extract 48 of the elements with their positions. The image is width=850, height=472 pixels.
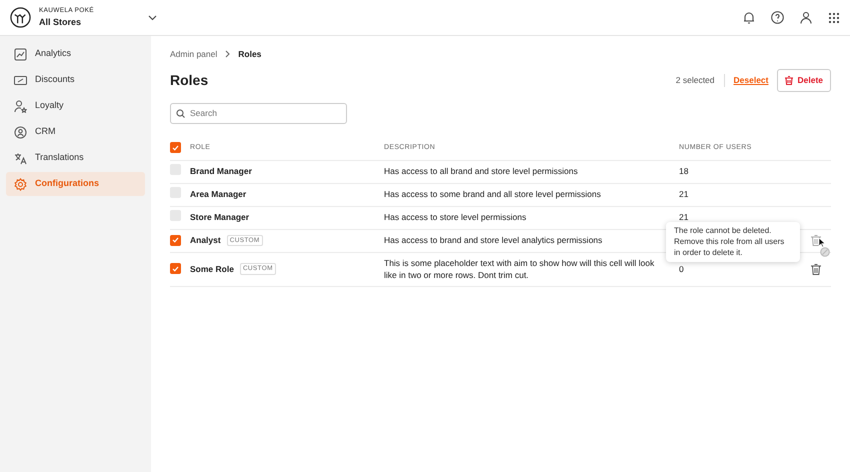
user-icon[interactable] bbox=[800, 11, 812, 24]
role-description: Has access to all brand and store level permissions bbox=[384, 166, 578, 176]
checkbox[interactable] bbox=[170, 142, 181, 153]
store-name: All Stores bbox=[39, 16, 82, 29]
sidebar-item[interactable]: CRM bbox=[6, 120, 145, 144]
translate-icon bbox=[14, 152, 27, 164]
not-allowed-cursor-icon bbox=[818, 238, 830, 257]
gear-icon bbox=[14, 178, 27, 190]
breadcrumb-current: Roles bbox=[238, 48, 262, 61]
trash-icon bbox=[785, 76, 794, 85]
role-name: Brand Manager bbox=[190, 165, 252, 178]
bell-icon[interactable] bbox=[743, 11, 755, 24]
chart-icon bbox=[14, 48, 27, 60]
sidebar-item[interactable]: Translations bbox=[6, 146, 145, 170]
trash-icon[interactable] bbox=[811, 264, 821, 275]
user-star-icon bbox=[14, 100, 27, 112]
tooltip: The role cannot be deleted. Remove this role from all users in order to delete it. bbox=[666, 222, 800, 262]
delete-button[interactable]: Delete bbox=[777, 68, 831, 92]
role-description: Has access to some brand and all store level permissions bbox=[384, 189, 601, 200]
checkmark-icon bbox=[172, 144, 179, 150]
chevron-down-icon[interactable] bbox=[148, 14, 157, 20]
search-field[interactable]: Search bbox=[170, 102, 347, 124]
checkmark-icon bbox=[172, 237, 179, 244]
chevron-right-icon bbox=[225, 50, 230, 58]
role-description: Has access to brand and store level analytics permissions bbox=[384, 235, 602, 246]
role-description: Has access to store level permissions bbox=[384, 212, 526, 222]
sidebar-item[interactable]: Loyalty bbox=[6, 94, 145, 118]
user-count: 21 bbox=[679, 189, 688, 200]
role-name: Analyst bbox=[190, 234, 221, 247]
user-count: 0 bbox=[679, 264, 684, 274]
apps-grid-icon[interactable] bbox=[828, 12, 840, 24]
selected-count: 2 selected bbox=[676, 74, 725, 86]
role-name: Store Manager bbox=[190, 211, 250, 224]
role-description: This is some placeholder text with aim to show how will this cell will look like in two or more rows. Dont trim cut. bbox=[384, 258, 654, 280]
role-name: Some Role bbox=[190, 262, 234, 276]
page-title: Roles bbox=[170, 70, 208, 90]
search-icon bbox=[176, 108, 185, 118]
help-icon[interactable] bbox=[771, 11, 784, 24]
user-circle-icon bbox=[14, 126, 27, 138]
checkbox[interactable] bbox=[170, 263, 181, 274]
role-name: Area Manager bbox=[190, 188, 246, 201]
checkmark-icon bbox=[172, 266, 179, 272]
user-count: 21 bbox=[679, 212, 688, 222]
breadcrumb-link[interactable]: Admin panel bbox=[170, 48, 218, 61]
ticket-icon bbox=[14, 74, 27, 86]
sidebar-item[interactable]: Analytics bbox=[6, 42, 145, 66]
sidebar-item[interactable]: Discounts bbox=[6, 68, 145, 92]
user-count: 18 bbox=[679, 166, 688, 176]
